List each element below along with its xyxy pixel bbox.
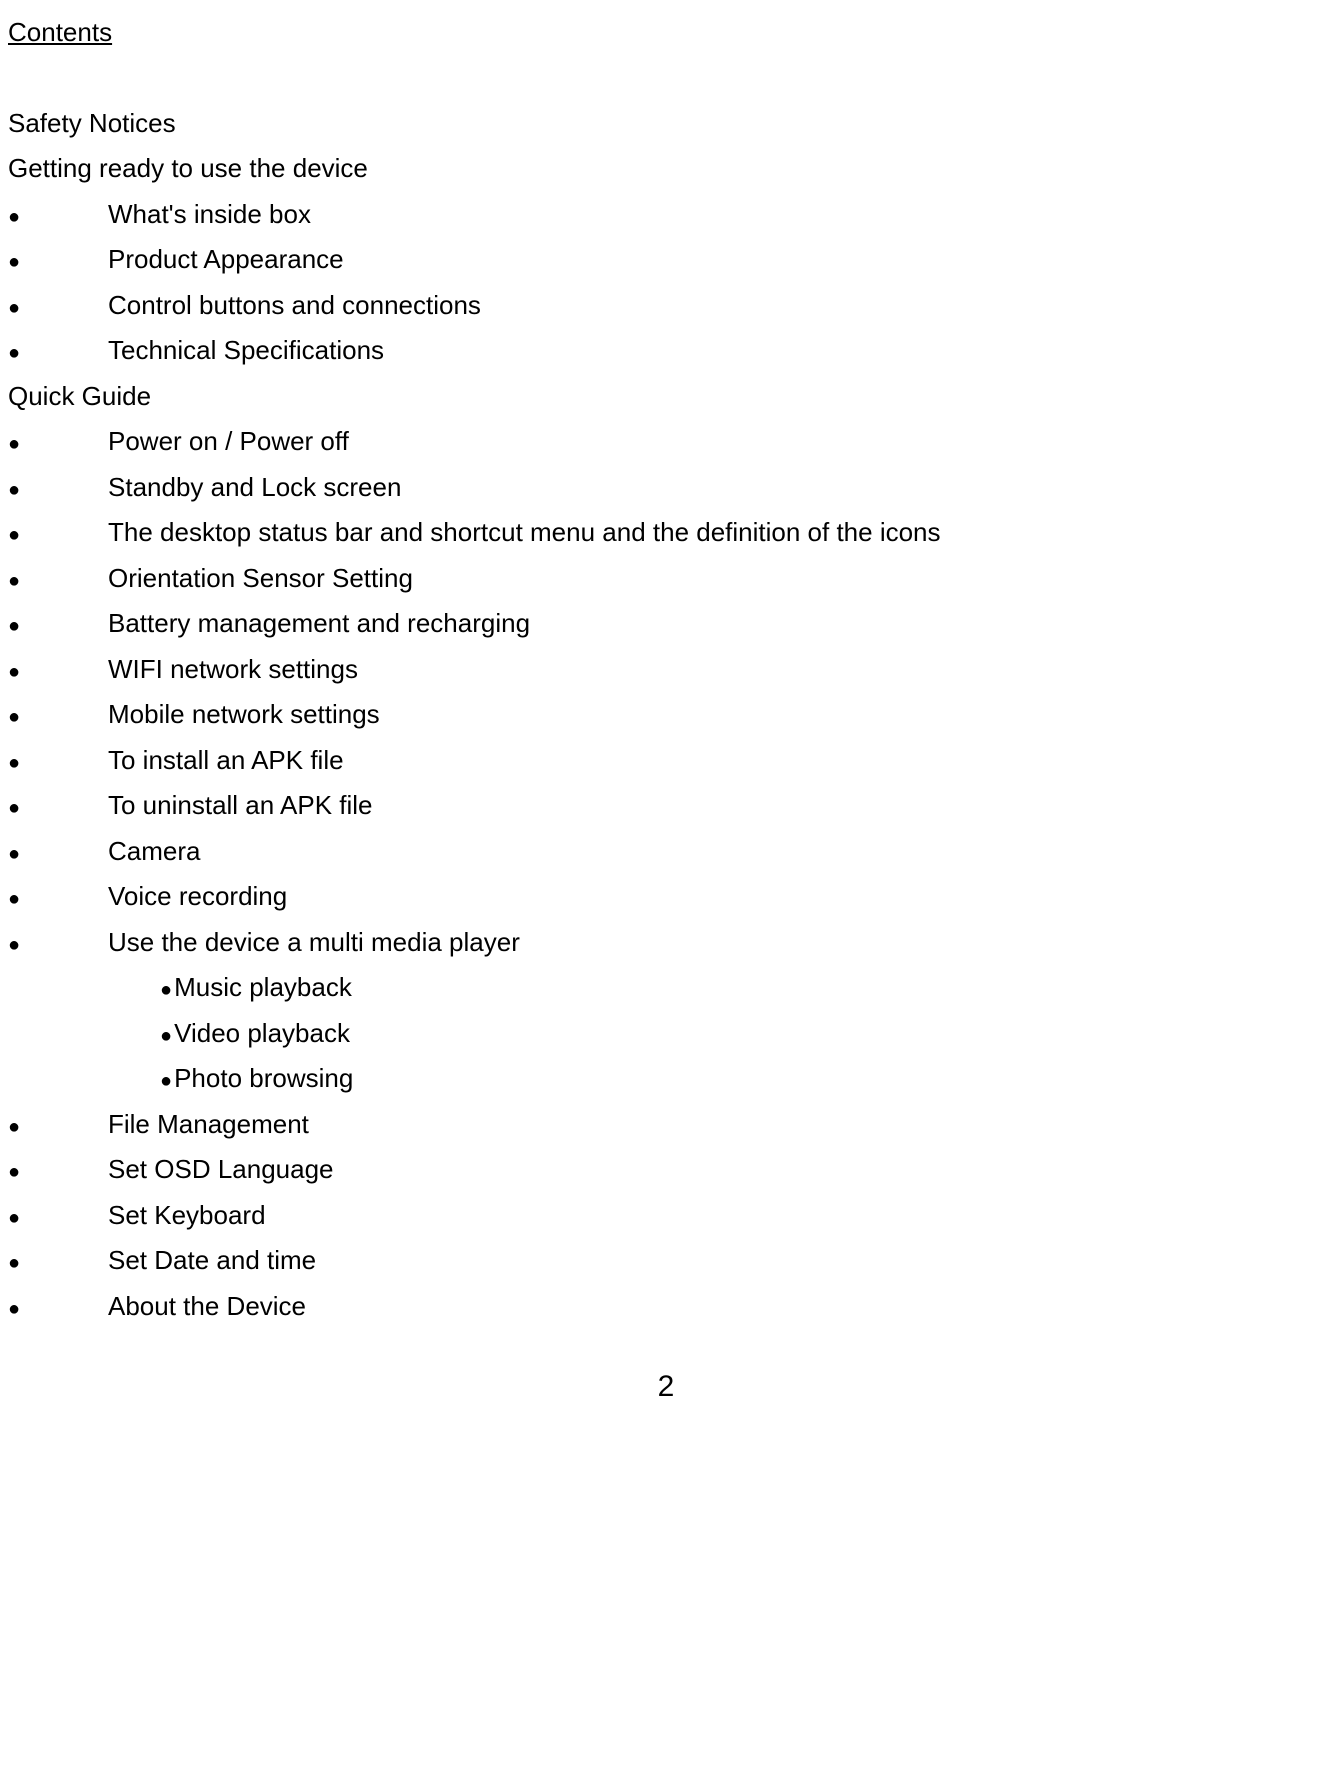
bullet-icon: ● xyxy=(8,882,108,917)
list-item: ● The desktop status bar and shortcut me… xyxy=(8,510,1324,556)
list-item: ● Set Date and time xyxy=(8,1238,1324,1284)
list-item: ● Set OSD Language xyxy=(8,1147,1324,1193)
list-item-label: Technical Specifications xyxy=(108,328,384,374)
page-number: 2 xyxy=(8,1361,1324,1414)
list-item-label: Set Keyboard xyxy=(108,1193,266,1239)
list-item: ● WIFI network settings xyxy=(8,647,1324,693)
bullet-icon: ● xyxy=(8,245,108,280)
bullet-icon: ● xyxy=(8,564,108,599)
bullet-icon: ● xyxy=(160,1064,172,1099)
bullet-icon: ● xyxy=(8,200,108,235)
bullet-icon: ● xyxy=(8,518,108,553)
list-item-label: Control buttons and connections xyxy=(108,283,481,329)
bullet-icon: ● xyxy=(8,928,108,963)
list-item: ● About the Device xyxy=(8,1284,1324,1330)
section-quick-guide: Quick Guide xyxy=(8,374,1324,420)
list-item-label: WIFI network settings xyxy=(108,647,358,693)
list-item-label: Standby and Lock screen xyxy=(108,465,401,511)
list-item-label: Battery management and recharging xyxy=(108,601,530,647)
list-item-label: To uninstall an APK file xyxy=(108,783,373,829)
list-item: ●Photo browsing xyxy=(8,1056,1324,1102)
list-item-label: The desktop status bar and shortcut menu… xyxy=(108,510,941,556)
list-item: ● Technical Specifications xyxy=(8,328,1324,374)
bullet-icon: ● xyxy=(8,1110,108,1145)
list-item: ● Camera xyxy=(8,829,1324,875)
section-getting-ready: Getting ready to use the device xyxy=(8,146,1324,192)
list-item: ● Power on / Power off xyxy=(8,419,1324,465)
list-item: ● Product Appearance xyxy=(8,237,1324,283)
bullet-icon: ● xyxy=(8,336,108,371)
list-item: ● Voice recording xyxy=(8,874,1324,920)
page-title: Contents xyxy=(8,10,1324,56)
list-item-label: Mobile network settings xyxy=(108,692,380,738)
list-item: ● What's inside box xyxy=(8,192,1324,238)
list-item-label: File Management xyxy=(108,1102,309,1148)
bullet-icon: ● xyxy=(8,1292,108,1327)
list-item-label: Power on / Power off xyxy=(108,419,349,465)
list-item: ● Use the device a multi media player xyxy=(8,920,1324,966)
list-item: ● Set Keyboard xyxy=(8,1193,1324,1239)
bullet-icon: ● xyxy=(160,1019,172,1054)
list-item: ● Control buttons and connections xyxy=(8,283,1324,329)
bullet-icon: ● xyxy=(8,700,108,735)
list-item: ●Video playback xyxy=(8,1011,1324,1057)
bullet-icon: ● xyxy=(8,837,108,872)
list-item-label: About the Device xyxy=(108,1284,306,1330)
list-item: ●Music playback xyxy=(8,965,1324,1011)
bullet-icon: ● xyxy=(160,973,172,1008)
list-item: ● Mobile network settings xyxy=(8,692,1324,738)
list-item-label: Product Appearance xyxy=(108,237,344,283)
list-item-label: Camera xyxy=(108,829,200,875)
bullet-icon: ● xyxy=(8,427,108,462)
bullet-icon: ● xyxy=(8,655,108,690)
list-item: ● Standby and Lock screen xyxy=(8,465,1324,511)
bullet-icon: ● xyxy=(8,291,108,326)
section-safety-notices: Safety Notices xyxy=(8,101,1324,147)
list-item: ● To install an APK file xyxy=(8,738,1324,784)
list-item-label: What's inside box xyxy=(108,192,311,238)
list-item-label: Video playback xyxy=(174,1011,350,1057)
list-item-label: Set OSD Language xyxy=(108,1147,334,1193)
list-item-label: Photo browsing xyxy=(174,1056,353,1102)
list-item: ● File Management xyxy=(8,1102,1324,1148)
list-item-label: Voice recording xyxy=(108,874,287,920)
bullet-icon: ● xyxy=(8,1246,108,1281)
bullet-icon: ● xyxy=(8,609,108,644)
list-item: ● To uninstall an APK file xyxy=(8,783,1324,829)
list-item: ● Battery management and recharging xyxy=(8,601,1324,647)
list-item-label: Music playback xyxy=(174,965,352,1011)
list-item-label: Use the device a multi media player xyxy=(108,920,520,966)
list-item: ● Orientation Sensor Setting xyxy=(8,556,1324,602)
list-item-label: Set Date and time xyxy=(108,1238,316,1284)
bullet-icon: ● xyxy=(8,473,108,508)
list-item-label: Orientation Sensor Setting xyxy=(108,556,413,602)
bullet-icon: ● xyxy=(8,791,108,826)
bullet-icon: ● xyxy=(8,1155,108,1190)
bullet-icon: ● xyxy=(8,1201,108,1236)
list-item-label: To install an APK file xyxy=(108,738,344,784)
bullet-icon: ● xyxy=(8,746,108,781)
